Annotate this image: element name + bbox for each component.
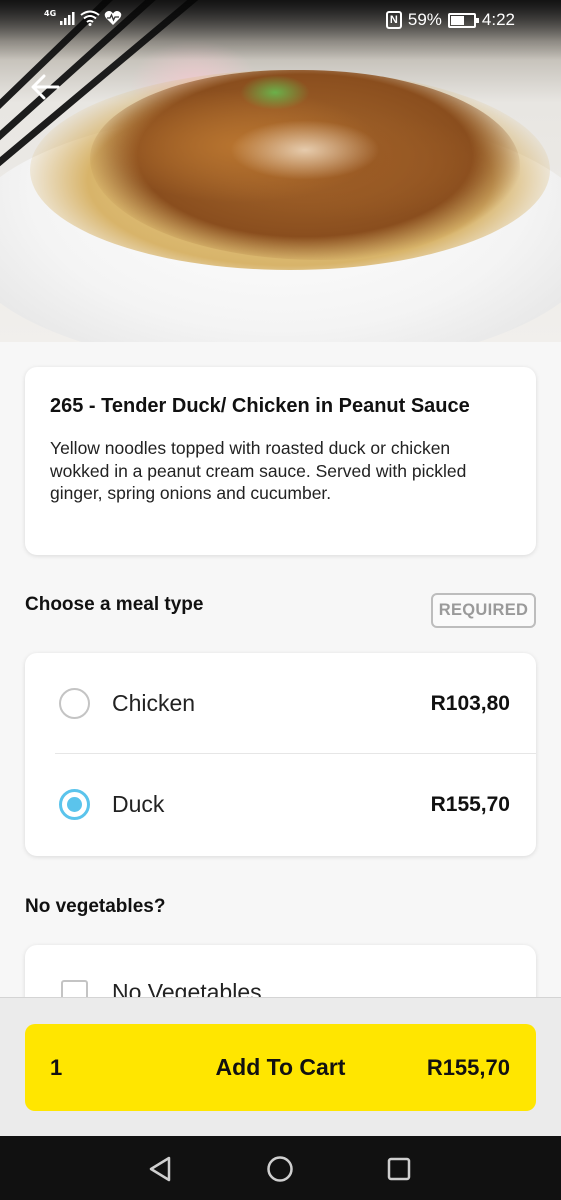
hero-image — [0, 0, 561, 342]
bottom-action-bar: 1 Add To Cart R155,70 — [0, 997, 561, 1136]
nav-home-button[interactable] — [263, 1152, 297, 1186]
status-left: 4G — [44, 8, 122, 26]
heart-rate-icon — [104, 11, 122, 25]
nfc-icon: N — [385, 11, 402, 29]
dish-description-card: 265 - Tender Duck/ Chicken in Peanut Sau… — [25, 367, 536, 555]
option-price: R103,80 — [430, 691, 510, 715]
back-button[interactable] — [28, 70, 62, 104]
option-chicken[interactable]: Chicken R103,80 — [25, 653, 536, 754]
vegetables-heading: No vegetables? — [25, 896, 166, 917]
system-nav-bar — [0, 1136, 561, 1200]
dish-title: 265 - Tender Duck/ Chicken in Peanut Sau… — [50, 395, 470, 417]
add-to-cart-button[interactable]: 1 Add To Cart R155,70 — [25, 1024, 536, 1111]
option-label: Duck — [112, 791, 165, 817]
option-price: R155,70 — [430, 792, 510, 816]
radio-selected[interactable] — [59, 789, 90, 820]
nav-recents-button[interactable] — [382, 1152, 416, 1186]
nav-back-button[interactable] — [143, 1152, 177, 1186]
clock: 4:22 — [481, 10, 515, 29]
herb-shape — [240, 75, 310, 110]
circle-home-icon — [267, 1156, 293, 1182]
battery-percent: 59% — [407, 10, 442, 29]
meal-type-options: Chicken R103,80 Duck R155,70 — [25, 653, 536, 856]
sauce-shape — [230, 120, 380, 180]
signal-icon — [60, 12, 75, 25]
radio-unselected[interactable] — [59, 688, 90, 719]
required-badge: REQUIRED — [431, 593, 536, 628]
triangle-back-icon — [149, 1156, 171, 1182]
battery-icon — [447, 12, 479, 28]
dish-description: Yellow noodles topped with roasted duck … — [50, 438, 467, 503]
arrow-left-icon — [31, 74, 60, 100]
cart-quantity: 1 — [50, 1054, 63, 1080]
battery-level-fill — [450, 15, 464, 25]
status-bar: 4G N 59% 4:22 — [0, 0, 561, 44]
option-duck[interactable]: Duck R155,70 — [25, 754, 536, 855]
meal-type-heading: Choose a meal type — [25, 594, 204, 615]
wifi-icon — [80, 10, 100, 26]
square-recents-icon — [387, 1157, 411, 1181]
status-right: N 59% 4:22 — [385, 10, 515, 30]
network-type: 4G — [44, 8, 57, 18]
cart-total: R155,70 — [426, 1054, 510, 1080]
option-label: Chicken — [112, 690, 196, 716]
